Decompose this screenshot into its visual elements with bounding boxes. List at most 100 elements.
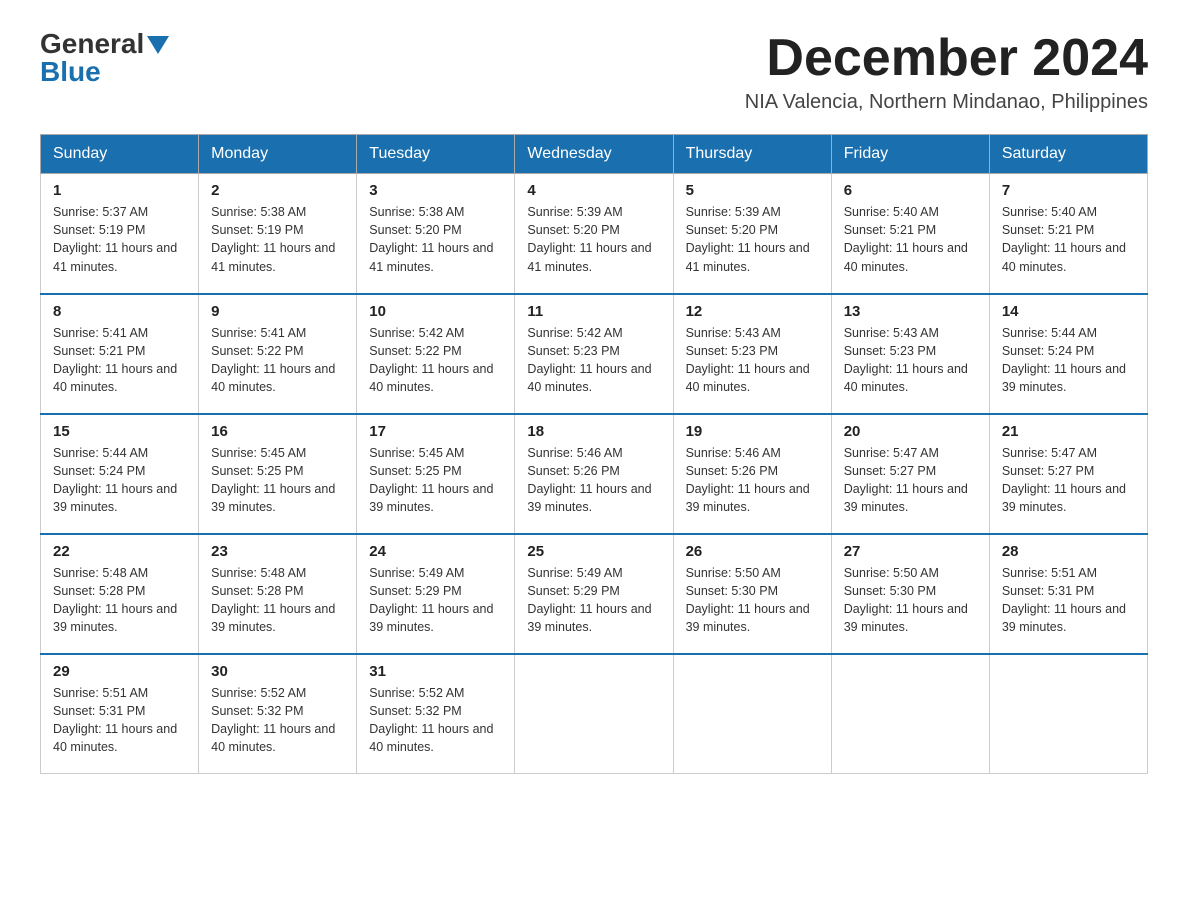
day-info: Sunrise: 5:49 AMSunset: 5:29 PMDaylight:… [527, 564, 660, 637]
calendar-day-cell: 2Sunrise: 5:38 AMSunset: 5:19 PMDaylight… [199, 174, 357, 294]
day-number: 14 [1002, 303, 1135, 320]
calendar-day-cell: 8 Sunrise: 5:41 AMSunset: 5:21 PMDaylight… [41, 294, 199, 414]
header-tuesday: Tuesday [357, 135, 515, 174]
calendar-day-cell [831, 654, 989, 774]
calendar-day-cell: 21 Sunrise: 5:47 AMSunset: 5:27 PMDayligh… [989, 414, 1147, 534]
header-wednesday: Wednesday [515, 135, 673, 174]
header-sunday: Sunday [41, 135, 199, 174]
calendar-day-cell: 6 Sunrise: 5:40 AMSunset: 5:21 PMDaylight… [831, 174, 989, 294]
calendar-day-cell: 30 Sunrise: 5:52 AMSunset: 5:32 PMDayligh… [199, 654, 357, 774]
day-number: 12 [686, 303, 819, 320]
calendar-day-cell: 17 Sunrise: 5:45 AMSunset: 5:25 PMDayligh… [357, 414, 515, 534]
header-saturday: Saturday [989, 135, 1147, 174]
calendar-day-cell: 18Sunrise: 5:46 AMSunset: 5:26 PMDayligh… [515, 414, 673, 534]
day-number: 6 [844, 182, 977, 199]
day-info: Sunrise: 5:42 AMSunset: 5:22 PMDaylight:… [369, 324, 502, 397]
day-number: 17 [369, 423, 502, 440]
day-number: 4 [527, 182, 660, 199]
day-info: Sunrise: 5:41 AMSunset: 5:21 PMDaylight:… [53, 324, 186, 397]
day-number: 31 [369, 663, 502, 680]
day-number: 8 [53, 303, 186, 320]
header-thursday: Thursday [673, 135, 831, 174]
title-area: December 2024 NIA Valencia, Northern Min… [745, 30, 1148, 114]
day-info: Sunrise: 5:42 AMSunset: 5:23 PMDaylight:… [527, 324, 660, 397]
day-info: Sunrise: 5:49 AMSunset: 5:29 PMDaylight:… [369, 564, 502, 637]
calendar-day-cell [515, 654, 673, 774]
logo-triangle-icon [147, 36, 169, 54]
calendar-day-cell: 24 Sunrise: 5:49 AMSunset: 5:29 PMDayligh… [357, 534, 515, 654]
calendar-day-cell: 11Sunrise: 5:42 AMSunset: 5:23 PMDayligh… [515, 294, 673, 414]
day-number: 25 [527, 543, 660, 560]
calendar-day-cell: 29 Sunrise: 5:51 AMSunset: 5:31 PMDayligh… [41, 654, 199, 774]
day-number: 24 [369, 543, 502, 560]
day-info: Sunrise: 5:39 AMSunset: 5:20 PMDaylight:… [527, 203, 660, 276]
calendar-week-row: 8 Sunrise: 5:41 AMSunset: 5:21 PMDaylight… [41, 294, 1148, 414]
calendar-day-cell: 1 Sunrise: 5:37 AMSunset: 5:19 PMDaylight… [41, 174, 199, 294]
calendar-day-cell: 16Sunrise: 5:45 AMSunset: 5:25 PMDayligh… [199, 414, 357, 534]
day-number: 29 [53, 663, 186, 680]
day-number: 30 [211, 663, 344, 680]
day-number: 19 [686, 423, 819, 440]
day-info: Sunrise: 5:41 AMSunset: 5:22 PMDaylight:… [211, 324, 344, 397]
page-header: General Blue December 2024 NIA Valencia,… [40, 30, 1148, 114]
day-number: 18 [527, 423, 660, 440]
day-info: Sunrise: 5:47 AMSunset: 5:27 PMDaylight:… [1002, 444, 1135, 517]
day-info: Sunrise: 5:50 AMSunset: 5:30 PMDaylight:… [686, 564, 819, 637]
calendar-day-cell: 20 Sunrise: 5:47 AMSunset: 5:27 PMDayligh… [831, 414, 989, 534]
calendar-day-cell [989, 654, 1147, 774]
day-number: 26 [686, 543, 819, 560]
month-title: December 2024 [745, 30, 1148, 87]
header-friday: Friday [831, 135, 989, 174]
calendar-day-cell: 15 Sunrise: 5:44 AMSunset: 5:24 PMDayligh… [41, 414, 199, 534]
calendar-day-cell: 14 Sunrise: 5:44 AMSunset: 5:24 PMDayligh… [989, 294, 1147, 414]
day-info: Sunrise: 5:43 AMSunset: 5:23 PMDaylight:… [844, 324, 977, 397]
day-number: 1 [53, 182, 186, 199]
location-subtitle: NIA Valencia, Northern Mindanao, Philipp… [745, 91, 1148, 114]
day-info: Sunrise: 5:45 AMSunset: 5:25 PMDaylight:… [369, 444, 502, 517]
calendar-day-cell: 5 Sunrise: 5:39 AMSunset: 5:20 PMDaylight… [673, 174, 831, 294]
day-info: Sunrise: 5:38 AMSunset: 5:20 PMDaylight:… [369, 203, 502, 276]
day-info: Sunrise: 5:52 AMSunset: 5:32 PMDaylight:… [211, 684, 344, 757]
day-number: 16 [211, 423, 344, 440]
day-info: Sunrise: 5:46 AMSunset: 5:26 PMDaylight:… [686, 444, 819, 517]
day-info: Sunrise: 5:43 AMSunset: 5:23 PMDaylight:… [686, 324, 819, 397]
day-info: Sunrise: 5:44 AMSunset: 5:24 PMDaylight:… [1002, 324, 1135, 397]
day-info: Sunrise: 5:38 AMSunset: 5:19 PMDaylight:… [211, 203, 344, 276]
day-info: Sunrise: 5:40 AMSunset: 5:21 PMDaylight:… [844, 203, 977, 276]
calendar-day-cell: 13 Sunrise: 5:43 AMSunset: 5:23 PMDayligh… [831, 294, 989, 414]
calendar-week-row: 15 Sunrise: 5:44 AMSunset: 5:24 PMDayligh… [41, 414, 1148, 534]
day-info: Sunrise: 5:50 AMSunset: 5:30 PMDaylight:… [844, 564, 977, 637]
calendar-day-cell: 10Sunrise: 5:42 AMSunset: 5:22 PMDayligh… [357, 294, 515, 414]
day-number: 5 [686, 182, 819, 199]
day-info: Sunrise: 5:51 AMSunset: 5:31 PMDaylight:… [53, 684, 186, 757]
calendar-header-row: SundayMondayTuesdayWednesdayThursdayFrid… [41, 135, 1148, 174]
calendar-day-cell: 31 Sunrise: 5:52 AMSunset: 5:32 PMDayligh… [357, 654, 515, 774]
logo: General Blue [40, 30, 169, 86]
day-number: 21 [1002, 423, 1135, 440]
calendar-day-cell: 22Sunrise: 5:48 AMSunset: 5:28 PMDayligh… [41, 534, 199, 654]
day-number: 20 [844, 423, 977, 440]
day-number: 22 [53, 543, 186, 560]
day-info: Sunrise: 5:39 AMSunset: 5:20 PMDaylight:… [686, 203, 819, 276]
day-number: 15 [53, 423, 186, 440]
calendar-table: SundayMondayTuesdayWednesdayThursdayFrid… [40, 134, 1148, 774]
calendar-day-cell: 9 Sunrise: 5:41 AMSunset: 5:22 PMDaylight… [199, 294, 357, 414]
calendar-day-cell: 23Sunrise: 5:48 AMSunset: 5:28 PMDayligh… [199, 534, 357, 654]
calendar-week-row: 29 Sunrise: 5:51 AMSunset: 5:31 PMDayligh… [41, 654, 1148, 774]
calendar-day-cell: 12 Sunrise: 5:43 AMSunset: 5:23 PMDayligh… [673, 294, 831, 414]
day-number: 9 [211, 303, 344, 320]
calendar-day-cell: 28Sunrise: 5:51 AMSunset: 5:31 PMDayligh… [989, 534, 1147, 654]
day-info: Sunrise: 5:52 AMSunset: 5:32 PMDaylight:… [369, 684, 502, 757]
day-info: Sunrise: 5:47 AMSunset: 5:27 PMDaylight:… [844, 444, 977, 517]
day-number: 3 [369, 182, 502, 199]
day-info: Sunrise: 5:40 AMSunset: 5:21 PMDaylight:… [1002, 203, 1135, 276]
day-number: 23 [211, 543, 344, 560]
day-info: Sunrise: 5:37 AMSunset: 5:19 PMDaylight:… [53, 203, 186, 276]
day-number: 13 [844, 303, 977, 320]
calendar-week-row: 22Sunrise: 5:48 AMSunset: 5:28 PMDayligh… [41, 534, 1148, 654]
calendar-day-cell: 27Sunrise: 5:50 AMSunset: 5:30 PMDayligh… [831, 534, 989, 654]
logo-general-text: General [40, 30, 144, 58]
day-number: 28 [1002, 543, 1135, 560]
calendar-week-row: 1 Sunrise: 5:37 AMSunset: 5:19 PMDaylight… [41, 174, 1148, 294]
day-info: Sunrise: 5:44 AMSunset: 5:24 PMDaylight:… [53, 444, 186, 517]
